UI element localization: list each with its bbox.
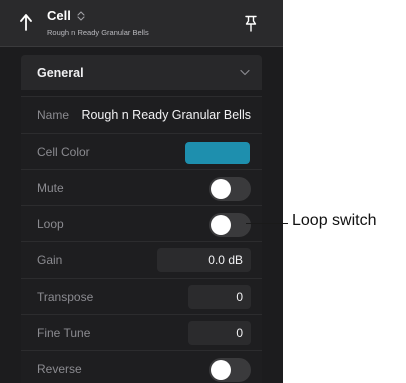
section-header-general[interactable]: General xyxy=(21,55,262,90)
cell-color-swatch[interactable] xyxy=(185,142,250,164)
row-mute: Mute xyxy=(21,169,262,206)
inspector-header: Cell Rough n Ready Granular Bells xyxy=(0,0,283,47)
transpose-label: Transpose xyxy=(37,290,94,304)
row-gain: Gain 0.0 dB xyxy=(21,241,262,278)
loop-toggle[interactable] xyxy=(209,213,251,237)
fine-tune-label: Fine Tune xyxy=(37,326,91,340)
toggle-knob xyxy=(211,360,231,380)
chevron-down-icon[interactable] xyxy=(240,69,250,76)
inspector-panel: Cell Rough n Ready Granular Bells Genera… xyxy=(0,0,283,383)
row-reverse: Reverse xyxy=(21,350,262,383)
page-subtitle: Rough n Ready Granular Bells xyxy=(47,28,149,37)
reverse-toggle[interactable] xyxy=(209,358,251,382)
loop-label: Loop xyxy=(37,217,64,231)
name-label: Name xyxy=(37,108,70,122)
row-name: Name Rough n Ready Granular Bells xyxy=(21,96,262,133)
page-title[interactable]: Cell xyxy=(47,8,71,23)
gain-label: Gain xyxy=(37,253,63,267)
row-fine-tune: Fine Tune 0 xyxy=(21,314,262,351)
callout-line xyxy=(246,223,288,224)
up-down-chevron-icon[interactable] xyxy=(77,10,85,22)
callout-label: Loop switch xyxy=(292,212,377,229)
pin-icon[interactable] xyxy=(245,15,257,32)
row-transpose: Transpose 0 xyxy=(21,278,262,315)
transpose-field[interactable]: 0 xyxy=(188,285,251,309)
mute-toggle[interactable] xyxy=(209,177,251,201)
name-field[interactable]: Rough n Ready Granular Bells xyxy=(81,108,251,122)
row-loop: Loop xyxy=(21,205,262,242)
fine-tune-field[interactable]: 0 xyxy=(188,321,251,345)
back-arrow-icon[interactable] xyxy=(18,12,34,32)
toggle-knob xyxy=(211,179,231,199)
reverse-label: Reverse xyxy=(37,362,82,376)
mute-label: Mute xyxy=(37,181,64,195)
row-cell-color: Cell Color xyxy=(21,133,262,170)
section-title: General xyxy=(37,66,84,80)
toggle-knob xyxy=(211,215,231,235)
gain-field[interactable]: 0.0 dB xyxy=(157,248,251,272)
cell-color-label: Cell Color xyxy=(37,145,90,159)
